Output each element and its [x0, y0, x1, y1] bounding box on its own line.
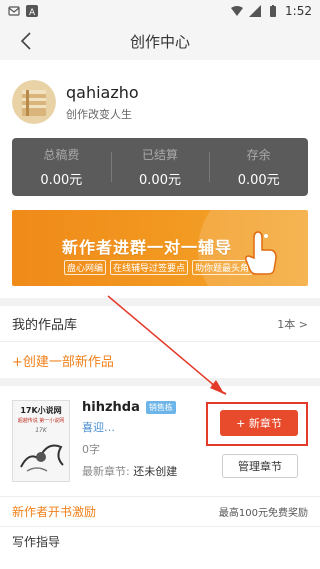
new-chapter-button[interactable]: + 新章节: [220, 410, 298, 436]
cover-subtitle: 超越传说 第一小说网: [17, 418, 65, 424]
wifi-icon: [231, 5, 244, 17]
incentive-row[interactable]: 新作者开书激励 最高100元免费奖励: [0, 496, 320, 526]
profile-section: qahiazho 创作改变人生 总稿费 0.00元 已结算 0.00元 存余 0…: [0, 60, 320, 286]
page-title: 创作中心: [129, 32, 190, 51]
stat-label: 存余: [246, 148, 271, 162]
incentive-label: 新作者开书激励: [12, 505, 97, 519]
banner-subtitle: 盘心网编 在线辅导过签要点 助你题最头角: [64, 260, 253, 275]
banner-tag: 盘心网编: [64, 260, 107, 275]
work-tag: 销售栋: [145, 401, 176, 414]
cover-ink-art: [20, 444, 64, 472]
clock: 1:52: [285, 4, 312, 18]
pointing-hand-icon: [240, 228, 280, 276]
earnings-panel: 总稿费 0.00元 已结算 0.00元 存余 0.00元: [12, 138, 308, 196]
latest-chapter-label: 最新章节:: [82, 465, 134, 478]
banner-title: 新作者进群一对一辅导: [62, 238, 233, 257]
create-work-link[interactable]: +创建一部新作品: [12, 351, 114, 370]
stat-total: 总稿费 0.00元: [12, 138, 111, 196]
incentive-detail: 最高100元免费奖励: [218, 508, 308, 519]
username: qahiazho: [66, 82, 139, 102]
cover-title: 17K小说网: [20, 406, 62, 415]
works-count[interactable]: 1本 >: [277, 316, 308, 332]
book-cover[interactable]: 17K小说网 超越传说 第一小说网 17K: [12, 400, 70, 482]
user-motto: 创作改变人生: [66, 107, 132, 121]
promo-banner[interactable]: 新作者进群一对一辅导 盘心网编 在线辅导过签要点 助你题最头角: [12, 210, 308, 286]
manage-chapters-button[interactable]: 管理章节: [222, 454, 298, 478]
stat-value: 0.00元: [237, 173, 280, 188]
message-icon: [8, 5, 20, 17]
stat-balance: 存余 0.00元: [209, 138, 308, 196]
status-bar: A 1:52: [0, 0, 320, 22]
nav-bar: 创作中心: [0, 22, 320, 60]
section-divider: [0, 298, 320, 306]
battery-icon: [267, 5, 279, 17]
back-arrow-icon[interactable]: [16, 30, 36, 52]
writing-guide-label: 写作指导: [12, 535, 61, 549]
writing-guide-row[interactable]: 写作指导: [0, 526, 320, 556]
app-a-icon: A: [26, 5, 38, 18]
stat-settled: 已结算 0.00元: [110, 138, 210, 196]
work-item: 17K小说网 超越传说 第一小说网 17K hihzhda 销售栋 喜迎… 0字…: [0, 386, 320, 496]
works-library-row[interactable]: 我的作品库 1本 >: [0, 306, 320, 342]
banner-tag: 在线辅导过签要点: [110, 260, 189, 275]
work-title[interactable]: hihzhda: [82, 400, 140, 415]
latest-chapter-value: 还未创建: [133, 465, 178, 478]
works-library-label: 我的作品库: [12, 318, 78, 333]
svg-text:A: A: [29, 8, 36, 17]
stat-value: 0.00元: [139, 173, 181, 188]
signal-icon: [249, 5, 262, 17]
create-work-row[interactable]: +创建一部新作品: [0, 342, 320, 386]
user-row: qahiazho 创作改变人生: [12, 72, 308, 132]
avatar[interactable]: [12, 80, 56, 124]
stat-label: 总稿费: [43, 148, 80, 162]
stat-label: 已结算: [142, 148, 179, 162]
stat-value: 0.00元: [40, 173, 83, 188]
